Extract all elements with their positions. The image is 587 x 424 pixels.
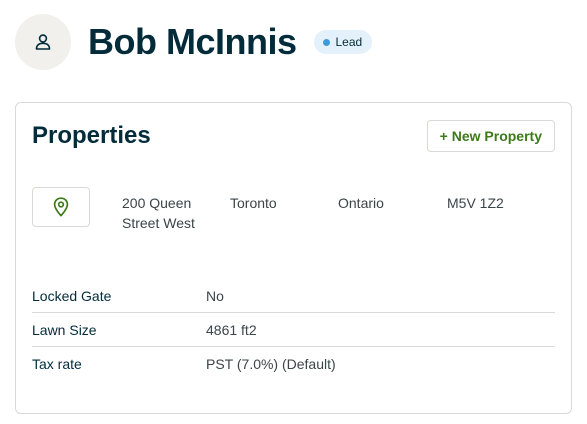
person-icon: [35, 34, 51, 50]
detail-label: Lawn Size: [32, 321, 97, 338]
detail-row-locked-gate: Locked Gate No: [32, 279, 555, 313]
address-postal-code: M5V 1Z2: [447, 195, 504, 211]
address-city: Toronto: [230, 195, 277, 211]
client-header: Bob McInnis Lead: [15, 14, 373, 70]
client-name: Bob McInnis: [88, 21, 297, 62]
property-details: Locked Gate No Lawn Size 4861 ft2 Tax ra…: [32, 279, 555, 381]
status-badge: Lead: [313, 30, 373, 54]
address-province: Ontario: [338, 195, 384, 211]
map-pin-button[interactable]: [32, 187, 90, 227]
properties-card: Properties + New Property 200 Queen Stre…: [15, 102, 572, 414]
status-label: Lead: [335, 35, 363, 49]
detail-label: Tax rate: [32, 356, 82, 372]
avatar: [15, 14, 71, 70]
detail-value: PST (7.0%) (Default): [206, 356, 336, 372]
detail-row-tax-rate: Tax rate PST (7.0%) (Default): [32, 347, 555, 381]
detail-value: 4861 ft2: [206, 321, 257, 338]
map-pin-icon: [53, 197, 69, 217]
detail-row-lawn-size: Lawn Size 4861 ft2: [32, 313, 555, 347]
detail-value: No: [206, 287, 224, 304]
status-dot: [322, 38, 330, 46]
new-property-button[interactable]: + New Property: [426, 120, 555, 152]
address-street: 200 Queen Street West: [122, 195, 195, 231]
detail-label: Locked Gate: [32, 287, 112, 304]
properties-title: Properties: [32, 122, 151, 149]
property-row: 200 Queen Street West Toronto Ontario M5…: [32, 187, 555, 231]
